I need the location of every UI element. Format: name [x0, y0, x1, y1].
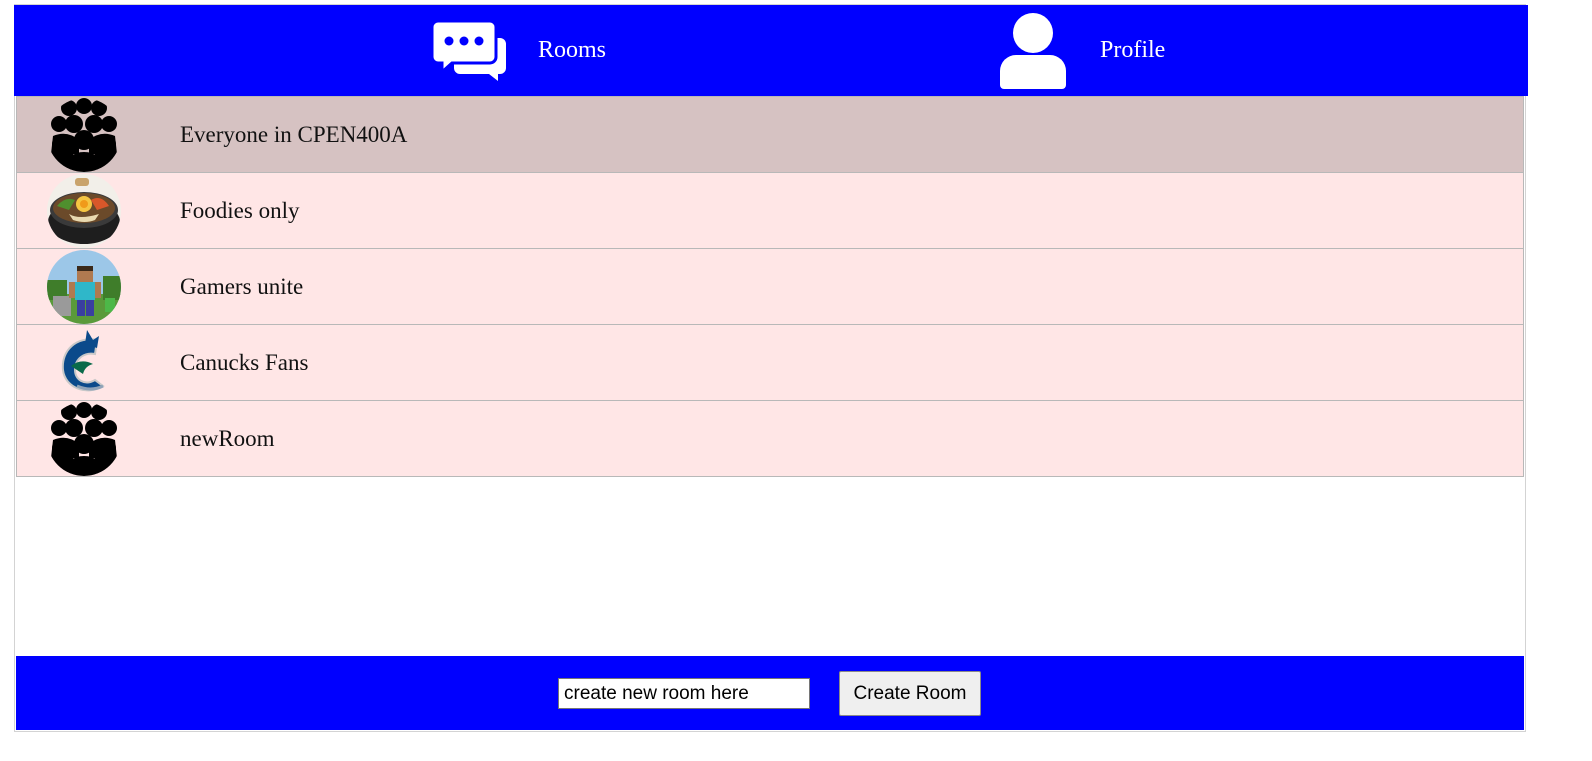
nav-rooms-label: Rooms: [538, 37, 607, 63]
food-bowl-image: [47, 174, 121, 248]
user-icon: [1000, 12, 1066, 89]
room-item-gamers[interactable]: Gamers unite: [16, 249, 1524, 325]
room-name: Everyone in CPEN400A: [180, 122, 408, 147]
app-frame: Rooms Profile Everyone in CPEN400A Foodi…: [14, 4, 1528, 732]
room-name: Gamers unite: [180, 274, 304, 299]
minecraft-image: [47, 250, 121, 324]
room-list: Everyone in CPEN400A Foodies only Gamers…: [16, 96, 1524, 477]
room-name: newRoom: [180, 426, 275, 451]
nav-rooms-tab[interactable]: Rooms: [432, 5, 606, 96]
group-icon: [47, 98, 121, 172]
canucks-logo: [47, 326, 121, 400]
new-room-input[interactable]: [558, 678, 810, 709]
room-item-newroom[interactable]: newRoom: [16, 401, 1524, 477]
create-room-button[interactable]: Create Room: [839, 671, 981, 716]
nav-profile-tab[interactable]: Profile: [1000, 5, 1165, 96]
group-icon: [47, 402, 121, 476]
room-item-canucks[interactable]: Canucks Fans: [16, 325, 1524, 401]
chat-bubbles-icon: [432, 20, 506, 81]
room-name: Foodies only: [180, 198, 300, 223]
create-room-bar: Create Room: [16, 656, 1524, 730]
room-name: Canucks Fans: [180, 350, 309, 375]
room-item-everyone[interactable]: Everyone in CPEN400A: [16, 96, 1524, 173]
room-item-foodies[interactable]: Foodies only: [16, 173, 1524, 249]
nav-profile-label: Profile: [1100, 37, 1166, 63]
top-nav-bar: Rooms Profile: [14, 5, 1528, 96]
